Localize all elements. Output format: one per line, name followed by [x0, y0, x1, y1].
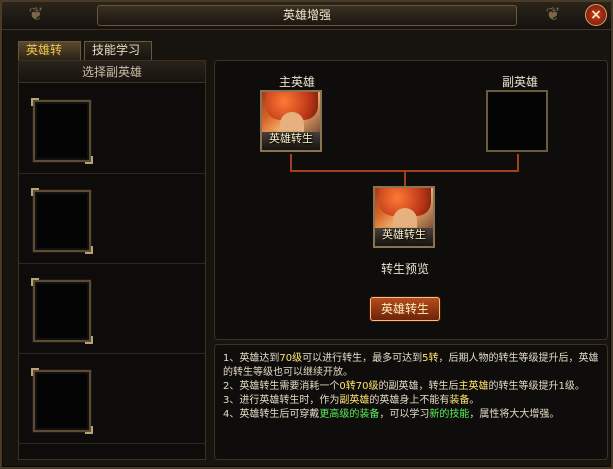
sub-hero-slot[interactable] [31, 188, 93, 254]
connector-preview [404, 170, 406, 186]
connector-main [290, 154, 292, 170]
sub-hero-label: 副英雄 [501, 75, 538, 89]
left-dragon-ornament: ❦ [28, 4, 44, 25]
sub-hero-slot[interactable] [31, 278, 93, 344]
sub-hero-empty-slot[interactable] [486, 90, 548, 152]
sub-hero-selector-title: 选择副英雄 [19, 61, 205, 83]
tab-hero-rebirth[interactable]: 英雄转生 [18, 41, 81, 74]
note-line-2: 2、英雄转生需要消耗一个0转70级的副英雄，转生后主英雄的转生等级提升1级。 [223, 381, 585, 392]
close-button[interactable]: × [585, 4, 607, 26]
main-hero-label: 主英雄 [278, 75, 315, 89]
sub-hero-slot-row-3[interactable] [19, 264, 205, 354]
note-line-3: 3、进行英雄转生时，作为副英雄的英雄身上不能有装备。 [223, 395, 480, 406]
note-line-1: 1、英雄达到70级可以进行转生，最多可达到5转，后期人物的转生等级提升后，英雄的… [223, 353, 599, 378]
right-dragon-ornament: ❦ [545, 4, 561, 25]
hero-rebirth-button[interactable]: 英雄转生 [370, 297, 440, 321]
main-hero-overlay-text: 英雄转生 [269, 132, 313, 145]
tab-skill-learning[interactable]: 技能学习 [84, 41, 152, 60]
sub-hero-slot-row-1[interactable] [19, 84, 205, 174]
sub-hero-slot[interactable] [31, 368, 93, 434]
title-bar: ❦ 英雄增强 ❦ × [2, 2, 611, 30]
preview-overlay-text: 英雄转生 [382, 228, 426, 241]
sub-hero-slot-row-2[interactable] [19, 174, 205, 264]
connector-sub [517, 154, 519, 170]
note-line-4: 4、英雄转生后可穿戴更高级的装备，可以学习新的技能，属性将大大增强。 [223, 409, 560, 420]
main-hero-portrait[interactable]: 英雄转生 [260, 90, 322, 152]
sub-hero-selector-panel: 选择副英雄 [18, 60, 206, 460]
rebirth-preview-label: 转生预览 [380, 262, 429, 276]
sub-hero-slot-row-4[interactable] [19, 354, 205, 444]
rebirth-preview-portrait: 英雄转生 [373, 186, 435, 248]
hero-enhance-window: ❦ 英雄增强 ❦ × 英雄转生 技能学习 选择副英雄 主英雄 副英雄 英雄转生 … [0, 0, 613, 469]
rebirth-instructions: 1、英雄达到70级可以进行转生，最多可达到5转，后期人物的转生等级提升后，英雄的… [214, 344, 608, 460]
window-title: 英雄增强 [97, 5, 517, 26]
sub-hero-slot[interactable] [31, 98, 93, 164]
